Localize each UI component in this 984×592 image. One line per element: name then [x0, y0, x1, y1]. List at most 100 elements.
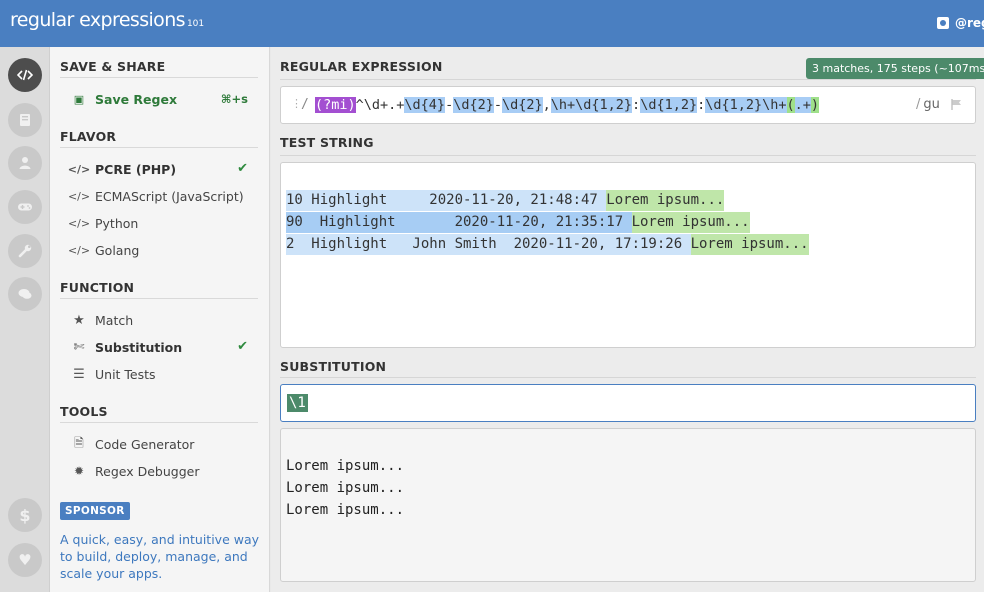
flavor-item-label: Python [95, 215, 139, 231]
dollar-icon: $ [19, 505, 31, 525]
twitter-icon [937, 17, 949, 29]
substitution-title: SUBSTITUTION [280, 359, 387, 374]
flavor-item-label: Golang [95, 242, 140, 258]
icon-rail: $ ♥ [0, 47, 50, 592]
regex-token: \d{1,2} [640, 97, 698, 113]
function-title: FUNCTION [60, 280, 135, 295]
code-icon: </> [67, 243, 91, 257]
top-bar: regular expressions101 @reg [0, 0, 984, 47]
scissors-icon: ✄ [73, 339, 85, 355]
result-line: Lorem ipsum... [286, 502, 405, 518]
regex-token: .+ [794, 97, 811, 113]
save-regex-button[interactable]: ▣ Save Regex ⌘+s [70, 89, 258, 109]
save-shortcut: ⌘+s [220, 92, 248, 106]
tools-item-label: Regex Debugger [95, 463, 200, 479]
regex-code[interactable]: (?mi)^\d+.+\d{4}-\d{2}-\d{2},\h+\d{1,2}:… [315, 96, 820, 114]
app-logo[interactable]: regular expressions 101 [10, 9, 204, 31]
flavor-item-python[interactable]: </> Python [67, 213, 258, 233]
regex-token: : [632, 97, 641, 113]
code-icon: </> [67, 162, 91, 176]
divider [60, 298, 258, 299]
flavor-item-golang[interactable]: </> Golang [67, 240, 258, 260]
test-string-line: 2 Highlight John Smith 2020-11-20, 17:19… [286, 234, 809, 255]
chat-icon [18, 289, 32, 299]
regex-token: - [493, 97, 502, 113]
regex-token: ) [810, 97, 820, 113]
sidebar: SAVE & SHARE ▣ Save Regex ⌘+s FLAVOR </>… [50, 47, 270, 592]
regex-token: \d{2} [501, 97, 543, 113]
code-icon [17, 69, 33, 81]
test-string-title: TEST STRING [280, 135, 374, 150]
logo-text: regular expressions [10, 9, 186, 31]
rail-code-button[interactable] [8, 58, 42, 92]
result-line: Lorem ipsum... [286, 458, 405, 474]
save-regex-label: Save Regex [95, 91, 178, 107]
tools-title: TOOLS [60, 404, 108, 419]
flavor-item-pcre[interactable]: </> PCRE (PHP) ✔ [67, 159, 258, 179]
regex-token: \d{1,2}\h+ [705, 97, 787, 113]
gamepad-icon [18, 203, 32, 211]
rail-donate-button[interactable]: $ [8, 498, 42, 532]
tools-item-code-generator[interactable]: 🗎 Code Generator [70, 434, 258, 454]
divider [60, 147, 258, 148]
rail-library-button[interactable] [8, 103, 42, 137]
regex-flags-text: gu [923, 97, 940, 112]
wrench-icon [18, 244, 32, 258]
match-highlight: 90 Highlight 2020-11-20, 21:35:17 [286, 212, 632, 233]
code-icon: </> [67, 189, 91, 203]
regex-token: \d{4} [404, 97, 446, 113]
function-item-label: Substitution [95, 339, 183, 355]
rail-account-button[interactable] [8, 146, 42, 180]
match-highlight: 2 Highlight John Smith 2020-11-20, 17:19… [286, 234, 691, 255]
regex-delimiter-end: / [916, 97, 921, 112]
divider [60, 77, 258, 78]
sponsor-badge: SPONSOR [60, 502, 130, 520]
tools-item-regex-debugger[interactable]: ✹ Regex Debugger [70, 461, 258, 481]
code-icon: </> [67, 216, 91, 230]
test-string-line: 90 Highlight 2020-11-20, 21:35:17 Lorem … [286, 212, 750, 233]
substitution-input[interactable]: \1 [280, 384, 976, 422]
check-icon: ✔ [237, 339, 248, 354]
flavor-item-ecmascript[interactable]: </> ECMAScript (JavaScript) [67, 186, 258, 206]
test-string-editor[interactable]: 10 Highlight 2020-11-20, 21:48:47 Lorem … [280, 162, 976, 348]
sponsor-link[interactable]: A quick, easy, and intuitive way to buil… [60, 531, 260, 582]
match-info-badge: 3 matches, 175 steps (~107ms) [806, 58, 984, 79]
rail-chat-button[interactable] [8, 277, 42, 311]
function-item-substitution[interactable]: ✄ Substitution ✔ [70, 337, 258, 357]
substitution-result: Lorem ipsum... Lorem ipsum... Lorem ipsum.… [280, 428, 976, 582]
function-item-match[interactable]: ★ Match [70, 310, 258, 330]
regex-token: \h+\d{1,2} [550, 97, 633, 113]
flavor-item-label: ECMAScript (JavaScript) [95, 188, 244, 204]
group-highlight: Lorem ipsum... [606, 190, 725, 211]
book-icon [20, 114, 30, 126]
divider [280, 377, 976, 378]
regex-delimiter: / [301, 97, 309, 112]
twitter-link[interactable]: @reg [937, 15, 984, 31]
test-string-line: 10 Highlight 2020-11-20, 21:48:47 Lorem … [286, 190, 725, 211]
regex-token: ( [786, 97, 795, 113]
regex-token: , [542, 97, 551, 113]
function-item-label: Match [95, 312, 134, 328]
regex-token: - [445, 97, 454, 113]
bug-icon: ✹ [73, 464, 85, 478]
rail-settings-button[interactable] [8, 234, 42, 268]
substitution-token: \1 [287, 394, 308, 412]
regex-flags-button[interactable]: / gu [916, 97, 940, 112]
user-icon [19, 157, 31, 169]
check-icon: ✔ [237, 161, 248, 176]
flavor-item-label: PCRE (PHP) [95, 161, 177, 177]
function-item-unit-tests[interactable]: ☰ Unit Tests [70, 364, 258, 384]
rail-heart-button[interactable]: ♥ [8, 543, 42, 577]
regex-input[interactable]: ⋮ / (?mi)^\d+.+\d{4}-\d{2}-\d{2},\h+\d{1… [280, 86, 976, 124]
list-icon: ☰ [73, 366, 85, 382]
logo-version: 101 [186, 19, 205, 29]
group-highlight: Lorem ipsum... [690, 234, 809, 255]
regex-token: : [697, 97, 706, 113]
file-code-icon: 🗎 [74, 435, 84, 450]
star-icon: ★ [73, 312, 85, 328]
save-icon: ▣ [73, 92, 85, 106]
regex-section-title: REGULAR EXPRESSION [280, 59, 443, 74]
divider [280, 79, 976, 80]
rail-quiz-button[interactable] [8, 190, 42, 224]
flag-icon[interactable] [951, 99, 963, 110]
